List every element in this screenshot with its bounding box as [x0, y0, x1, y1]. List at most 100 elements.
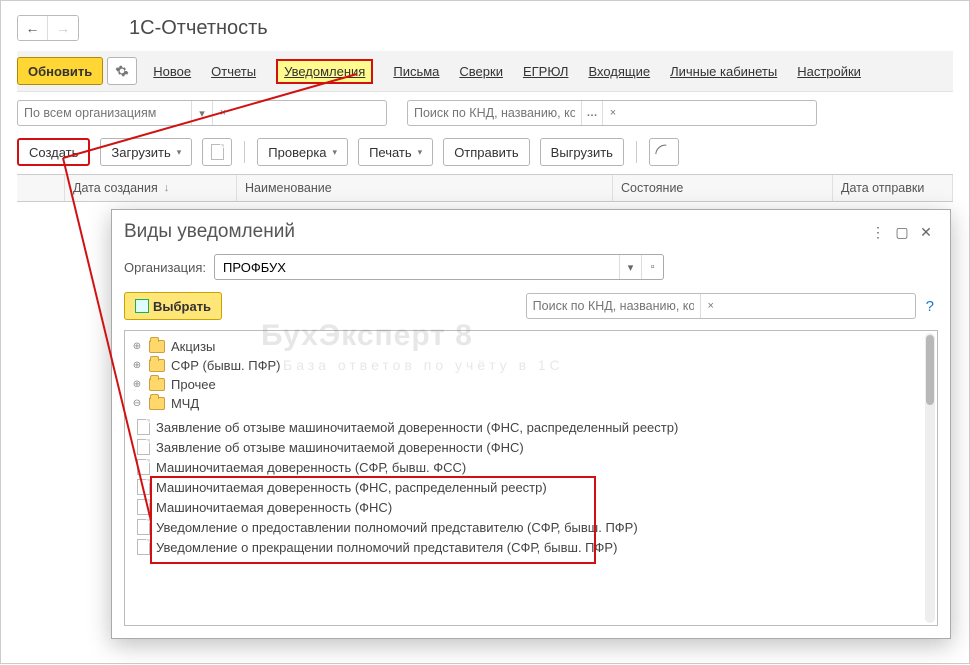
load-button[interactable]: Загрузить [100, 138, 192, 166]
search-clear-icon[interactable]: × [603, 107, 623, 119]
tree-item[interactable]: Машиночитаемая доверенность (СФР, бывш. … [137, 459, 925, 475]
grid-header: Дата создания ↓ Наименование Состояние Д… [17, 174, 953, 202]
titlebar: ← → 1С-Отчетность [17, 11, 953, 51]
dialog-title: Виды уведомлений [124, 221, 866, 243]
dialog-more-icon[interactable]: ⋮ [866, 220, 890, 244]
col-sent[interactable]: Дата отправки [833, 175, 953, 201]
paperclip-icon: ⌒ [651, 139, 676, 165]
forward-button[interactable]: → [48, 16, 78, 40]
tree-item[interactable]: Уведомление о предоставлении полномочий … [137, 519, 925, 535]
expand-icon[interactable]: ⊕ [131, 341, 143, 352]
select-button-label: Выбрать [153, 299, 211, 314]
nav-reconciliations[interactable]: Сверки [459, 64, 503, 79]
nav-reports[interactable]: Отчеты [211, 64, 256, 79]
tree-folder-other[interactable]: ⊕ Прочее [131, 377, 931, 392]
document-icon [137, 519, 150, 535]
org-field-dropdown-icon[interactable]: ▾ [619, 255, 641, 279]
check-button[interactable]: Проверка [257, 138, 348, 166]
col-name[interactable]: Наименование [237, 175, 613, 201]
col-date-label: Дата создания [73, 181, 158, 195]
folder-icon [149, 397, 165, 410]
dialog-close-icon[interactable]: ✕ [914, 220, 938, 244]
send-button[interactable]: Отправить [443, 138, 529, 166]
document-icon [137, 479, 150, 495]
tree-label: Прочее [171, 377, 216, 392]
tree-item[interactable]: Уведомление о прекращении полномочий пре… [137, 539, 925, 555]
col-state[interactable]: Состояние [613, 175, 833, 201]
dialog-search-input[interactable] [527, 299, 700, 313]
nav-cabinets[interactable]: Личные кабинеты [670, 64, 777, 79]
col-marker[interactable] [17, 175, 65, 201]
nav-letters[interactable]: Письма [393, 64, 439, 79]
document-icon [137, 499, 150, 515]
tree-label: СФР (бывш. ПФР) [171, 358, 280, 373]
tree-folder-mchd[interactable]: ⊖ МЧД [131, 396, 931, 411]
tree-item[interactable]: Заявление об отзыве машиночитаемой довер… [137, 439, 925, 455]
refresh-button[interactable]: Обновить [17, 57, 103, 85]
nav-new[interactable]: Новое [153, 64, 191, 79]
dialog-titlebar: Виды уведомлений ⋮ ▢ ✕ [112, 210, 950, 248]
nav-egrul[interactable]: ЕГРЮЛ [523, 64, 568, 79]
org-filter-clear-icon[interactable]: × [213, 107, 233, 119]
select-icon [135, 299, 149, 313]
nav-incoming[interactable]: Входящие [588, 64, 650, 79]
separator [244, 141, 245, 163]
tree-item[interactable]: Машиночитаемая доверенность (ФНС) [137, 499, 925, 515]
back-button[interactable]: ← [18, 16, 48, 40]
col-date[interactable]: Дата создания ↓ [65, 175, 237, 201]
dialog-action-row: Выбрать × ? [112, 286, 950, 326]
org-field-label: Организация: [124, 260, 206, 275]
collapse-icon[interactable]: ⊖ [131, 398, 143, 409]
expand-icon[interactable]: ⊕ [131, 360, 143, 371]
org-filter-dropdown-icon[interactable]: ▾ [192, 107, 212, 120]
main-toolbar: Обновить Новое Отчеты Уведомления Письма… [17, 51, 953, 92]
tree-label: Заявление об отзыве машиночитаемой довер… [156, 420, 678, 435]
nav-links: Новое Отчеты Уведомления Письма Сверки Е… [153, 59, 861, 84]
tree-label: Машиночитаемая доверенность (ФНС, распре… [156, 480, 547, 495]
tree-container: ⊕Акцизы ⊕ СФР (бывш. ПФР) ⊕ Прочее ⊖ МЧД За… [124, 330, 938, 626]
nav-arrows: ← → [17, 15, 79, 41]
col-sent-label: Дата отправки [841, 181, 924, 195]
tree-item[interactable]: Машиночитаемая доверенность (ФНС, распре… [137, 479, 925, 495]
col-name-label: Наименование [245, 181, 332, 195]
file-icon-button[interactable] [202, 138, 232, 166]
tree-folder-sfr[interactable]: ⊕ СФР (бывш. ПФР) [131, 358, 931, 373]
org-filter-combo[interactable]: ▾ × [17, 100, 387, 126]
folder-icon [149, 340, 165, 353]
attach-button[interactable]: ⌒ [649, 138, 679, 166]
nav-notifications[interactable]: Уведомления [276, 59, 373, 84]
tree-label: Уведомление о прекращении полномочий пре… [156, 540, 617, 555]
dialog-maximize-icon[interactable]: ▢ [890, 220, 914, 244]
export-button[interactable]: Выгрузить [540, 138, 624, 166]
tree-folder-excise[interactable]: ⊕Акцизы [131, 339, 931, 354]
document-icon [137, 419, 150, 435]
select-button[interactable]: Выбрать [124, 292, 222, 320]
search-more-icon[interactable]: … [582, 107, 602, 119]
create-button[interactable]: Создать [17, 138, 90, 166]
notification-tree: ⊕Акцизы ⊕ СФР (бывш. ПФР) ⊕ Прочее ⊖ МЧД За… [125, 331, 937, 571]
org-field[interactable]: ▾ ▫ [214, 254, 664, 280]
dialog-search-combo[interactable]: × [526, 293, 916, 319]
dialog-search-clear-icon[interactable]: × [701, 300, 721, 312]
separator [636, 141, 637, 163]
tree-label: Машиночитаемая доверенность (СФР, бывш. … [156, 460, 466, 475]
search-input[interactable] [408, 106, 581, 120]
folder-icon [149, 378, 165, 391]
print-button[interactable]: Печать [358, 138, 433, 166]
search-combo[interactable]: … × [407, 100, 817, 126]
scrollbar-thumb[interactable] [926, 335, 934, 405]
nav-settings[interactable]: Настройки [797, 64, 861, 79]
tree-item[interactable]: Заявление об отзыве машиночитаемой довер… [137, 419, 925, 435]
tree-label: МЧД [171, 396, 199, 411]
dialog-org-row: Организация: ▾ ▫ [112, 248, 950, 286]
page-title: 1С-Отчетность [129, 17, 268, 40]
document-icon [137, 439, 150, 455]
expand-icon[interactable]: ⊕ [131, 379, 143, 390]
tree-scrollbar[interactable] [925, 333, 935, 623]
org-field-open-icon[interactable]: ▫ [641, 255, 663, 279]
org-field-input[interactable] [215, 260, 619, 275]
tree-label: Машиночитаемая доверенность (ФНС) [156, 500, 392, 515]
org-filter-input[interactable] [18, 106, 191, 120]
help-icon[interactable]: ? [922, 298, 938, 315]
settings-gear-button[interactable] [107, 57, 137, 85]
